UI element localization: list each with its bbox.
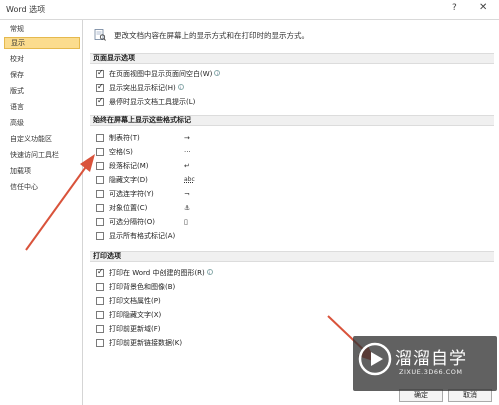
option-label: 对象位置(C) <box>109 204 148 212</box>
option-label: 打印前更新链接数据(K) <box>109 339 183 347</box>
sidebar-item-save[interactable]: 保存 <box>4 69 80 81</box>
hyphen-mark-icon: ¬ <box>184 190 190 198</box>
option-label: 隐藏文字(D) <box>109 176 148 184</box>
close-button[interactable]: ✕ <box>479 2 487 13</box>
option-label: 打印背景色和图像(B) <box>109 283 176 291</box>
checkbox[interactable] <box>96 297 104 305</box>
option-label: 打印文档属性(P) <box>109 297 161 305</box>
checkbox[interactable] <box>96 148 104 156</box>
option-label: 打印前更新域(F) <box>109 325 161 333</box>
option-label: 在页面视图中显示页面间空白(W) <box>109 70 213 78</box>
tab-mark-icon: → <box>184 134 190 142</box>
info-icon: i <box>206 269 213 275</box>
watermark-name: 溜溜自学 <box>395 349 467 369</box>
checkbox[interactable] <box>96 311 104 319</box>
option-label: 空格(S) <box>109 148 133 156</box>
sidebar-item-language[interactable]: 语言 <box>4 101 80 113</box>
sidebar: 常规 显示 校对 保存 版式 语言 高级 自定义功能区 快速访问工具栏 加载项 … <box>0 20 83 405</box>
checkbox[interactable] <box>96 325 104 333</box>
option-label: 打印隐藏文字(X) <box>109 311 162 319</box>
sidebar-item-typography[interactable]: 版式 <box>4 85 80 97</box>
section-header-page-display: 页面显示选项 <box>90 53 494 64</box>
checkbox[interactable] <box>96 82 104 92</box>
help-button[interactable]: ? <box>452 3 457 13</box>
checkbox[interactable] <box>96 176 104 184</box>
sidebar-item-customize-ribbon[interactable]: 自定义功能区 <box>4 133 80 145</box>
title-bar: Word 选项 ? ✕ <box>0 0 499 20</box>
sidebar-item-general[interactable]: 常规 <box>4 23 80 35</box>
document-display-icon <box>94 29 106 41</box>
info-icon: i <box>214 70 221 76</box>
space-mark-icon: ··· <box>184 148 191 156</box>
option-label: 显示突出显示标记(H) <box>109 84 176 92</box>
section-header-format-marks: 始终在屏幕上显示这些格式标记 <box>90 115 494 126</box>
checkbox[interactable] <box>96 134 104 142</box>
checkbox[interactable] <box>96 162 104 170</box>
watermark-url: ZIXUE.3D66.COM <box>399 368 463 376</box>
anchor-icon: ⚓ <box>184 204 191 212</box>
option-label: 制表符(T) <box>109 134 140 142</box>
checkbox[interactable] <box>96 96 104 106</box>
paragraph-mark-icon: ↵ <box>184 162 190 170</box>
checkbox[interactable] <box>96 339 104 347</box>
sidebar-item-advanced[interactable]: 高级 <box>4 117 80 129</box>
option-label: 段落标记(M) <box>109 162 149 170</box>
section-header-print: 打印选项 <box>90 251 494 262</box>
watermark-logo-icon <box>358 342 392 376</box>
checkbox[interactable] <box>96 204 104 212</box>
option-label: 悬停时显示文档工具提示(L) <box>109 98 196 106</box>
window-title: Word 选项 <box>6 5 46 14</box>
sidebar-item-quick-access[interactable]: 快速访问工具栏 <box>4 149 80 161</box>
checkbox[interactable] <box>96 68 104 78</box>
sidebar-item-proofing[interactable]: 校对 <box>4 53 80 65</box>
option-label: 可选连字符(Y) <box>109 190 154 198</box>
checkbox[interactable] <box>96 232 104 240</box>
optional-break-icon: ▯ <box>184 218 188 226</box>
sidebar-item-trust-center[interactable]: 信任中心 <box>4 181 80 193</box>
sidebar-item-addins[interactable]: 加载项 <box>4 165 80 177</box>
checkbox[interactable] <box>96 267 104 277</box>
watermark: 溜溜自学 ZIXUE.3D66.COM <box>353 336 497 391</box>
info-icon: i <box>177 84 184 90</box>
sidebar-item-display[interactable]: 显示 <box>4 37 80 49</box>
checkbox[interactable] <box>96 283 104 291</box>
option-label: 显示所有格式标记(A) <box>109 232 176 240</box>
option-label: 打印在 Word 中创建的图形(R) <box>109 269 205 277</box>
checkbox[interactable] <box>96 190 104 198</box>
hidden-text-mark-icon: abc <box>184 176 195 183</box>
intro-text: 更改文档内容在屏幕上的显示方式和在打印时的显示方式。 <box>114 31 309 40</box>
option-label: 可选分隔符(O) <box>109 218 155 226</box>
checkbox[interactable] <box>96 218 104 226</box>
